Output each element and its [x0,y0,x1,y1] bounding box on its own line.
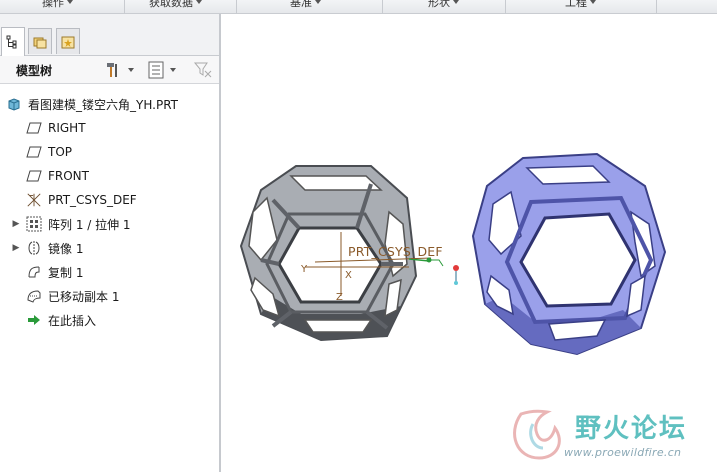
tree-item-label: 看图建模_镂空六角_YH.PRT [28,97,178,112]
filter-disabled-icon [193,62,212,78]
ribbon-group-get-data[interactable]: 获取数据 [149,0,202,14]
tree-item-label: PRT_CSYS_DEF [48,193,137,207]
moved-copy-icon [26,288,42,304]
ribbon-group-engineering[interactable]: 工程 [565,0,596,14]
graphics-window[interactable]: Y X Z PRT_CSYS_DEF 野火论坛 www.proewildfire… [221,14,717,472]
copy-icon [26,264,42,280]
ribbon-separator [656,0,657,14]
datum-plane-icon [26,144,42,160]
tree-item-label: 镜像 1 [48,241,84,256]
csys-icon [26,192,42,208]
blue-model[interactable] [471,152,667,356]
model-tree-title: 模型树 [16,64,53,78]
tree-item-label: FRONT [48,169,89,183]
ribbon-group-shapes[interactable]: 形状 [428,0,459,14]
tree-item-label: 阵列 1 / 拉伸 1 [48,217,131,232]
tree-item-part[interactable]: 看图建模_镂空六角_YH.PRT [6,92,178,116]
ribbon-group-bar: 操作 获取数据 基准 形状 工程 [0,0,717,14]
tree-item-insert-here[interactable]: 在此插入 [26,308,96,332]
tree-item-csys[interactable]: PRT_CSYS_DEF [26,188,137,212]
tree-item-label: 复制 1 [48,265,84,280]
ribbon-group-operations[interactable]: 操作 [42,0,73,14]
watermark-logo [513,409,561,460]
ribbon-separator [382,0,383,14]
navigator-tabs [0,14,219,56]
tree-item-moved-copy[interactable]: 已移动副本 1 [26,284,119,308]
settings-tools-button[interactable] [104,60,134,80]
list-options-icon [148,61,164,79]
datum-plane-icon [26,168,42,184]
tree-item-label: TOP [48,145,73,159]
favorites-icon [61,36,75,48]
tree-item-label: 已移动副本 1 [48,289,120,304]
tree-item-mirror[interactable]: ▶ 镜像 1 [10,236,83,260]
filter-button[interactable] [193,60,213,80]
ribbon-separator [236,0,237,14]
expand-arrow-icon[interactable]: ▶ [10,219,22,229]
tree-item-top[interactable]: TOP [26,140,72,164]
datum-plane-icon [26,120,42,136]
show-options-button[interactable] [148,60,176,80]
tree-item-label: 在此插入 [48,313,97,328]
mirror-icon [26,240,42,256]
expand-arrow-icon[interactable]: ▶ [10,243,22,253]
favorites-tab[interactable] [56,28,80,54]
tree-item-pattern[interactable]: ▶ 阵列 1 / 拉伸 1 [10,212,131,236]
pattern-icon [26,216,42,232]
watermark-url: www.proewildfire.cn [564,446,682,459]
hammer-icon [107,63,117,77]
model-tree-toolbar: 模型树 [0,56,219,84]
model-tree-icon [6,35,17,49]
axis-y-label: Y [300,264,308,275]
ribbon-group-datum[interactable]: 基准 [290,0,321,14]
folder-browser-icon [33,37,47,48]
csys-label: PRT_CSYS_DEF [348,244,443,259]
tree-item-front[interactable]: FRONT [26,164,89,188]
ribbon-separator [124,0,125,14]
ribbon-separator [505,0,506,14]
navigator-panel: 模型树 看图建模_镂空六角_YH.PRT RIGHT TOP FRONT PRT… [0,14,221,472]
axis-z-label: Z [336,292,343,303]
axis-x-label: X [345,270,352,281]
watermark-title: 野火论坛 [575,414,688,444]
model-tree-tab[interactable] [1,27,25,56]
tree-item-label: RIGHT [48,121,86,135]
insert-here-arrow-icon [26,312,42,328]
tree-item-right[interactable]: RIGHT [26,116,86,140]
part-icon [6,96,22,112]
folder-browser-tab[interactable] [28,28,52,54]
tree-item-copy[interactable]: 复制 1 [26,260,83,284]
model-canvas: Y X Z [239,152,667,460]
